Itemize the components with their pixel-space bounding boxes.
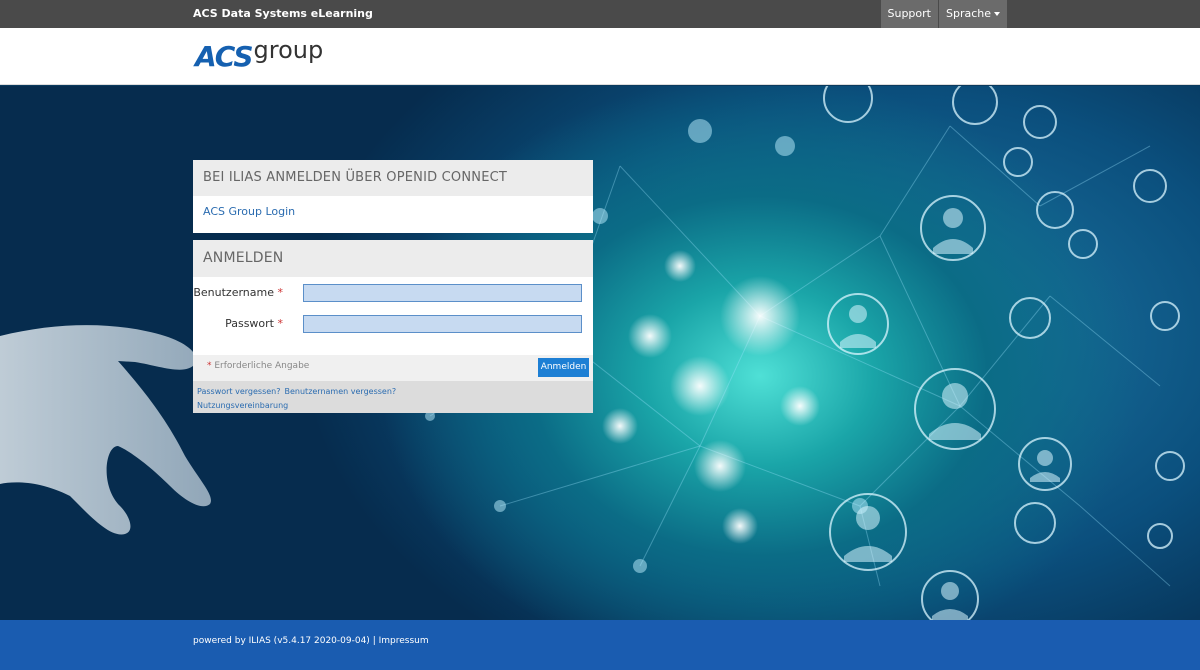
password-label: Passwort *: [225, 317, 283, 330]
login-panel: ANMELDEN Benutzername * Passwort * * Erf…: [193, 240, 593, 413]
logo-group-text: group: [253, 36, 324, 64]
form-footer: * Erforderliche Angabe Anmelden: [193, 355, 593, 381]
imprint-link[interactable]: Impressum: [379, 636, 429, 646]
required-mark: *: [277, 286, 284, 299]
logo-header: ACS group: [0, 28, 1200, 85]
login-help-links: Passwort vergessen? Benutzernamen vergess…: [193, 381, 593, 413]
forgot-username-link[interactable]: Benutzernamen vergessen?: [285, 387, 397, 396]
required-note-text: Erforderliche Angabe: [214, 361, 310, 371]
required-mark: *: [277, 317, 284, 330]
openid-heading: BEI ILIAS ANMELDEN ÜBER OPENID CONNECT: [193, 160, 593, 196]
top-nav: Support Sprache: [880, 0, 1007, 28]
password-row: Passwort *: [193, 315, 593, 335]
login-submit-button[interactable]: Anmelden: [538, 358, 589, 377]
hero-background: [0, 86, 1200, 620]
site-brand[interactable]: ACS Data Systems eLearning: [193, 0, 373, 28]
support-link[interactable]: Support: [880, 0, 938, 28]
language-dropdown[interactable]: Sprache: [938, 0, 1007, 28]
acs-group-login-link[interactable]: ACS Group Login: [193, 196, 593, 227]
forgot-password-link[interactable]: Passwort vergessen?: [197, 387, 281, 396]
footer-text: powered by ILIAS (v5.4.17 2020-09-04) | …: [193, 636, 429, 646]
required-note: * Erforderliche Angabe: [207, 361, 309, 371]
login-heading: ANMELDEN: [193, 240, 593, 277]
username-input[interactable]: [303, 284, 582, 302]
required-mark: *: [207, 361, 212, 371]
support-label: Support: [887, 7, 931, 20]
logo-acs-text: ACS: [195, 40, 254, 73]
language-label: Sprache: [945, 7, 991, 20]
username-label-text: Benutzername: [193, 286, 274, 299]
terms-link[interactable]: Nutzungsvereinbarung: [197, 401, 288, 410]
top-navbar: ACS Data Systems eLearning Support Sprac…: [0, 0, 1200, 28]
powered-by-text: powered by ILIAS (v5.4.17 2020-09-04): [193, 636, 370, 646]
openid-panel: BEI ILIAS ANMELDEN ÜBER OPENID CONNECT A…: [193, 160, 593, 233]
username-row: Benutzername *: [193, 284, 593, 304]
page-footer: powered by ILIAS (v5.4.17 2020-09-04) | …: [0, 620, 1200, 670]
username-label: Benutzername *: [193, 286, 283, 299]
network-illustration: [0, 86, 1185, 620]
caret-down-icon: [994, 12, 1000, 16]
footer-separator: |: [372, 636, 376, 646]
password-label-text: Passwort: [225, 317, 274, 330]
password-input[interactable]: [303, 315, 582, 333]
acs-group-logo[interactable]: ACS group: [195, 36, 323, 76]
